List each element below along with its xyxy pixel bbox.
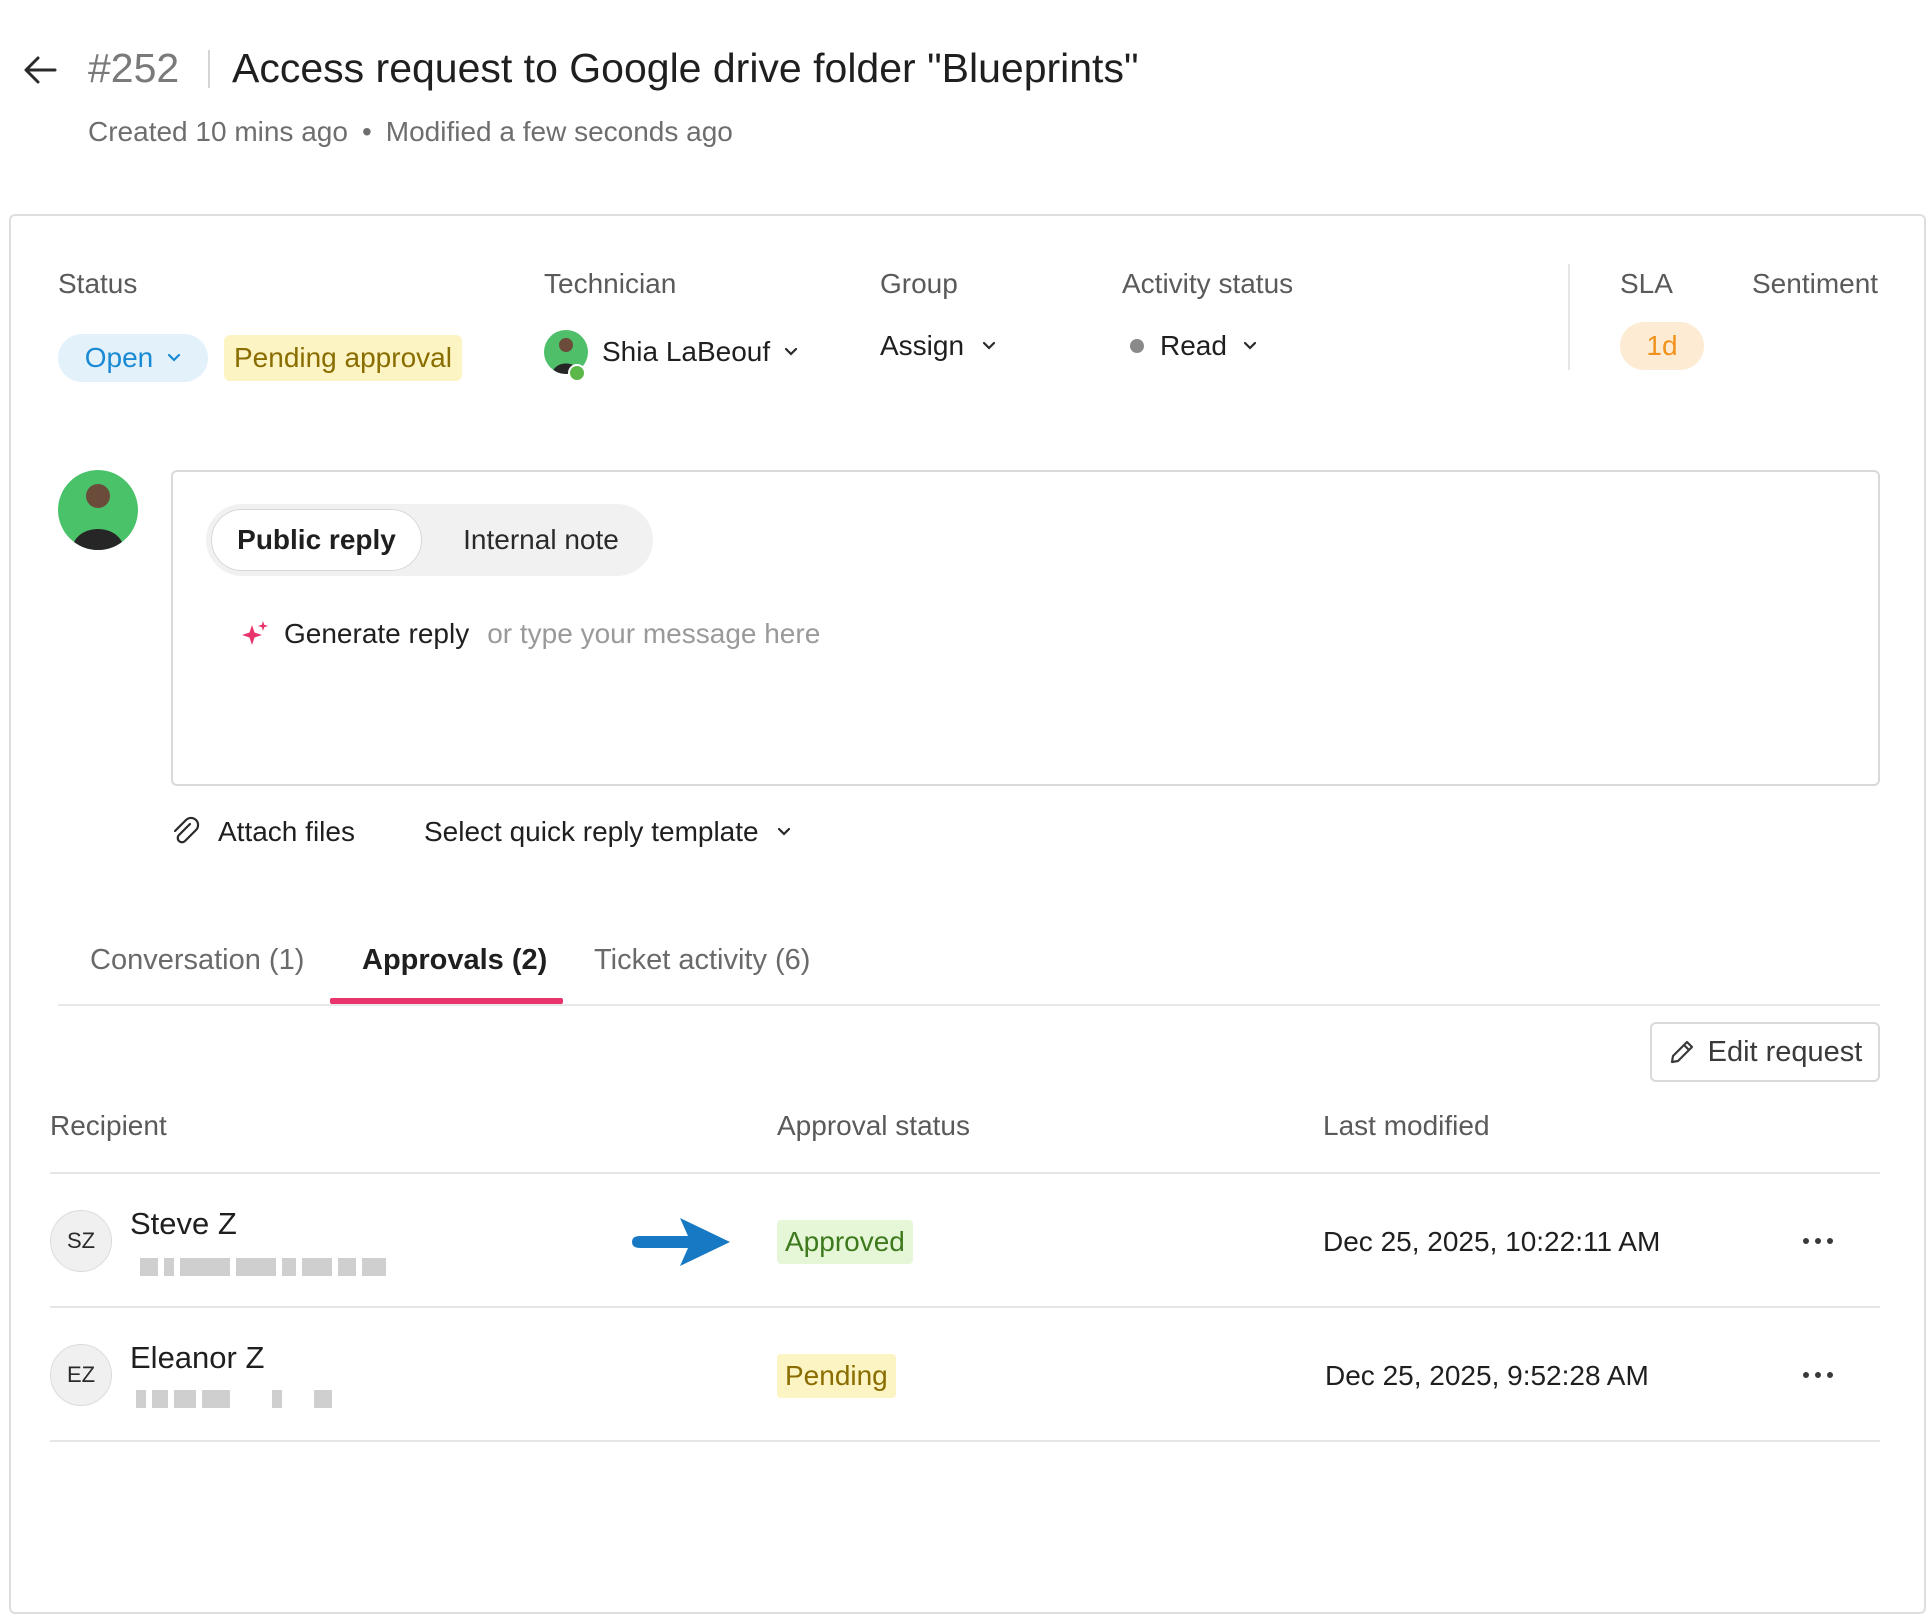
chevron-down-icon bbox=[785, 347, 798, 356]
status-dropdown[interactable]: Open bbox=[58, 334, 208, 382]
status-badge-approved: Approved bbox=[777, 1220, 913, 1264]
activity-status-label: Activity status bbox=[1122, 268, 1294, 299]
column-header-recipient: Recipient bbox=[50, 1110, 167, 1141]
recipient-name: Eleanor Z bbox=[130, 1340, 265, 1375]
pending-approval-badge: Pending approval bbox=[224, 335, 462, 381]
sparkle-icon bbox=[242, 621, 268, 645]
tab-public-reply[interactable]: Public reply bbox=[211, 509, 422, 571]
attach-files-button[interactable]: Attach files bbox=[170, 816, 355, 848]
redacted-email bbox=[140, 1258, 392, 1276]
row-divider bbox=[50, 1306, 1880, 1308]
chevron-down-icon bbox=[982, 341, 996, 350]
tab-approvals[interactable]: Approvals (2) bbox=[362, 940, 547, 980]
paperclip-icon bbox=[173, 816, 200, 844]
sentiment-label: Sentiment bbox=[1752, 268, 1879, 299]
column-header-approval-status: Approval status bbox=[777, 1110, 970, 1141]
tab-internal-note[interactable]: Internal note bbox=[436, 509, 646, 571]
back-button[interactable] bbox=[18, 48, 62, 92]
redacted-email bbox=[136, 1390, 338, 1408]
user-avatar bbox=[58, 470, 138, 550]
generate-reply-row: Generate reply or type your message here bbox=[240, 618, 820, 650]
online-indicator bbox=[568, 364, 586, 382]
more-horizontal-icon bbox=[1803, 1238, 1809, 1244]
created-text: Created 10 mins ago bbox=[88, 116, 348, 147]
edit-request-button[interactable]: Edit request bbox=[1650, 1022, 1880, 1082]
status-value: Open bbox=[84, 342, 154, 373]
last-modified-date: Dec 25, 2025, 10:22:11 AM bbox=[1323, 1226, 1661, 1257]
ticket-meta: Created 10 mins ago • Modified a few secon… bbox=[88, 112, 733, 152]
read-status-dot bbox=[1130, 339, 1144, 353]
chevron-down-icon bbox=[168, 353, 181, 362]
annotation-arrow-icon bbox=[632, 1218, 730, 1266]
title-divider bbox=[208, 50, 210, 88]
row-divider bbox=[50, 1440, 1880, 1442]
modified-text: Modified a few seconds ago bbox=[385, 116, 733, 147]
ticket-id: #252 bbox=[88, 45, 180, 91]
page-title: Access request to Google drive folder "B… bbox=[232, 45, 1139, 91]
technician-name: Shia LaBeouf bbox=[602, 336, 771, 367]
sla-badge: 1d bbox=[1620, 322, 1704, 370]
last-modified-date: Dec 25, 2025, 9:52:28 AM bbox=[1325, 1360, 1649, 1391]
group-label: Group bbox=[880, 268, 958, 299]
pencil-icon bbox=[1670, 1040, 1693, 1064]
attach-files-label: Attach files bbox=[218, 816, 355, 847]
activity-status-value: Read bbox=[1160, 330, 1227, 361]
technician-label: Technician bbox=[544, 268, 677, 299]
meta-separator: • bbox=[361, 116, 372, 147]
chevron-down-icon bbox=[777, 827, 790, 836]
table-row: SZ bbox=[50, 1210, 112, 1272]
avatar: SZ bbox=[50, 1210, 112, 1272]
chevron-down-icon bbox=[1243, 341, 1257, 350]
row-actions-button[interactable] bbox=[1796, 1360, 1840, 1390]
avatar: EZ bbox=[50, 1344, 112, 1406]
generate-reply-button[interactable]: Generate reply bbox=[284, 618, 469, 650]
recipient-name: Steve Z bbox=[130, 1206, 237, 1241]
sla-label: SLA bbox=[1620, 268, 1673, 299]
column-header-last-modified: Last modified bbox=[1323, 1110, 1490, 1141]
edit-request-label: Edit request bbox=[1707, 1035, 1863, 1068]
tab-conversation[interactable]: Conversation (1) bbox=[90, 940, 304, 980]
message-placeholder[interactable]: or type your message here bbox=[487, 618, 820, 650]
back-arrow-icon bbox=[24, 56, 57, 84]
quick-reply-template-dropdown[interactable]: Select quick reply template bbox=[424, 816, 791, 848]
group-value: Assign bbox=[880, 330, 965, 361]
header-divider bbox=[50, 1172, 1880, 1174]
quick-reply-template-label: Select quick reply template bbox=[424, 816, 759, 847]
tab-ticket-activity[interactable]: Ticket activity (6) bbox=[594, 940, 810, 980]
fields-divider bbox=[1568, 264, 1570, 370]
activity-status-dropdown[interactable]: Read bbox=[1130, 330, 1257, 362]
active-tab-indicator bbox=[330, 998, 563, 1004]
row-actions-button[interactable] bbox=[1796, 1226, 1840, 1256]
tabs-divider bbox=[58, 1004, 1880, 1006]
status-badge-pending: Pending bbox=[777, 1354, 896, 1398]
table-row: EZ bbox=[50, 1344, 112, 1406]
more-horizontal-icon bbox=[1803, 1372, 1809, 1378]
group-dropdown[interactable]: Assign bbox=[880, 330, 996, 362]
status-label: Status bbox=[58, 268, 138, 299]
